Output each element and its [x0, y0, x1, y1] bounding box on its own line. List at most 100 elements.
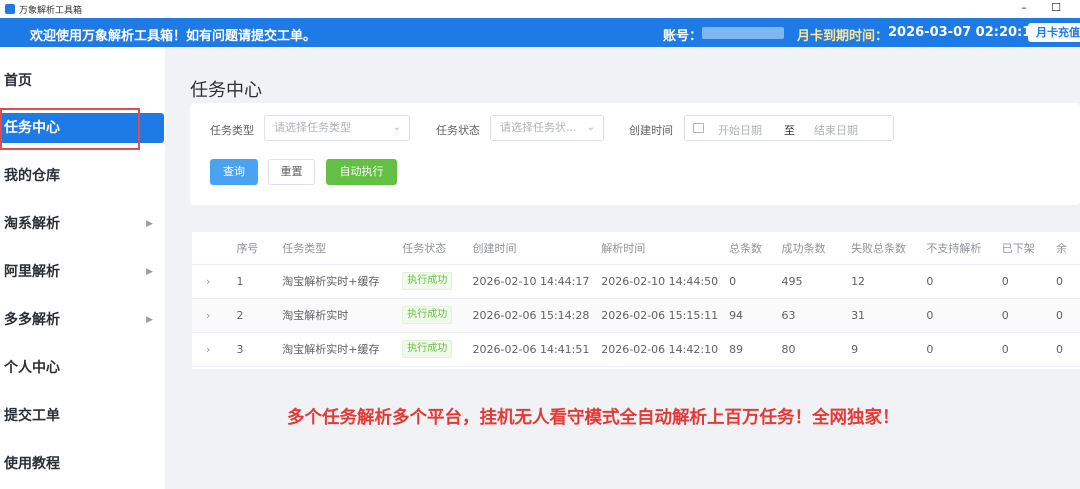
account-label: 账号： — [663, 29, 703, 44]
task-center-panel: 任务中心 任务类型 请选择任务类型 ⌄ 任务状态 请选择任务状... ⌄ 创建时… — [190, 60, 1080, 205]
cell-type: 淘宝解析实时+缓存 — [272, 264, 393, 299]
sidebar-item-tutorial[interactable]: 使用教程 — [0, 449, 165, 479]
cell-created: 2026-02-06 14:41:51 — [462, 332, 592, 367]
column-header: 任务类型 — [272, 232, 393, 265]
expand-row-icon[interactable]: › — [192, 332, 227, 367]
task-type-select[interactable]: 请选择任务类型 ⌄ — [264, 115, 410, 141]
column-header — [192, 232, 227, 265]
cell-removed: 0 — [991, 298, 1046, 333]
sidebar-item-label: 使用教程 — [4, 456, 60, 472]
cell-index: 2 — [226, 298, 273, 333]
window-titlebar: 万象解析工具箱 – ☐ — [0, 0, 1080, 18]
cell-total: 0 — [719, 264, 772, 299]
window-title: 万象解析工具箱 — [19, 5, 83, 16]
column-header: 成功条数 — [771, 232, 842, 265]
sidebar-item-label: 淘系解析 — [4, 216, 60, 232]
created-date-range[interactable]: 开始日期 至 结束日期 — [684, 115, 894, 141]
sidebar-item-label: 首页 — [4, 73, 32, 89]
task-status-label: 任务状态 — [436, 124, 480, 137]
cell-status: 执行成功 — [392, 332, 463, 367]
page-title: 任务中心 — [190, 80, 262, 101]
column-header: 解析时间 — [591, 232, 720, 265]
maximize-icon[interactable]: ☐ — [1044, 0, 1068, 18]
cell-removed: 0 — [991, 264, 1046, 299]
status-badge: 执行成功 — [402, 272, 453, 290]
cell-created: 2026-02-10 14:44:17 — [462, 264, 592, 299]
sidebar-item-warehouse[interactable]: 我的仓库 — [0, 161, 165, 191]
account-value-blurred — [702, 27, 784, 39]
created-time-label: 创建时间 — [629, 124, 673, 137]
status-badge: 执行成功 — [402, 306, 453, 324]
column-header: 任务状态 — [392, 232, 463, 265]
chevron-right-icon: ▶ — [146, 219, 153, 229]
task-type-label: 任务类型 — [210, 124, 254, 137]
cell-rest: 0 — [1045, 298, 1080, 333]
end-date-input[interactable]: 结束日期 — [814, 122, 858, 138]
sidebar-item-label: 个人中心 — [4, 360, 60, 376]
cell-success: 495 — [771, 264, 842, 299]
cell-success: 80 — [771, 332, 842, 367]
promo-caption: 多个任务解析多个平台，挂机无人看守模式全自动解析上百万任务！全网独家！ — [287, 408, 900, 428]
cell-failed: 9 — [841, 332, 917, 367]
table-row[interactable]: › 1 淘宝解析实时+缓存 执行成功 2026-02-10 14:44:17 2… — [192, 264, 1080, 299]
welcome-message: 欢迎使用万象解析工具箱！如有问题请提交工单。 — [30, 29, 317, 44]
cell-parsed: 2026-02-10 14:44:50 — [591, 264, 720, 299]
reset-button[interactable]: 重置 — [268, 159, 315, 185]
expire-value: 2026-03-07 02:20:12 — [888, 25, 1041, 40]
table-row[interactable]: › 2 淘宝解析实时 执行成功 2026-02-06 15:14:28 2026… — [192, 298, 1080, 333]
sidebar-item-submit-ticket[interactable]: 提交工单 — [0, 401, 165, 431]
sidebar-item-home[interactable]: 首页 — [0, 66, 165, 96]
column-header: 失败总条数 — [841, 232, 917, 265]
cell-type: 淘宝解析实时+缓存 — [272, 332, 393, 367]
cell-rest: 0 — [1045, 264, 1080, 299]
cell-index: 3 — [226, 332, 273, 367]
chevron-down-icon: ⌄ — [586, 122, 595, 133]
sidebar-item-ali-parse[interactable]: 阿里解析 ▶ — [0, 257, 165, 287]
chevron-right-icon: ▶ — [146, 267, 153, 277]
chevron-right-icon: ▶ — [146, 315, 153, 325]
sidebar-item-taobao-parse[interactable]: 淘系解析 ▶ — [0, 209, 165, 239]
column-header: 不支持解析 — [916, 232, 992, 265]
cell-rest: 0 — [1045, 332, 1080, 367]
expire-label: 月卡到期时间： — [797, 29, 889, 44]
cell-success: 63 — [771, 298, 842, 333]
sidebar-item-profile[interactable]: 个人中心 — [0, 353, 165, 383]
table-header-row: 序号 任务类型 任务状态 创建时间 解析时间 总条数 成功条数 失败总条数 不支… — [192, 232, 1080, 265]
task-table: 序号 任务类型 任务状态 创建时间 解析时间 总条数 成功条数 失败总条数 不支… — [192, 232, 1080, 367]
calendar-icon — [693, 123, 704, 133]
cell-removed: 0 — [991, 332, 1046, 367]
app-logo-icon — [5, 4, 15, 14]
cell-failed: 12 — [841, 264, 917, 299]
filter-card: 任务类型 请选择任务类型 ⌄ 任务状态 请选择任务状... ⌄ 创建时间 开始日… — [190, 103, 1080, 205]
column-header: 余 — [1045, 232, 1080, 265]
range-separator: 至 — [784, 124, 795, 137]
minimize-icon[interactable]: – — [1012, 0, 1036, 18]
cell-status: 执行成功 — [392, 298, 463, 333]
sidebar-item-label: 多多解析 — [4, 312, 60, 328]
table-row[interactable]: › 3 淘宝解析实时+缓存 执行成功 2026-02-06 14:41:51 2… — [192, 332, 1080, 367]
cell-failed: 31 — [841, 298, 917, 333]
cell-unsupported: 0 — [916, 332, 992, 367]
task-status-placeholder: 请选择任务状... — [500, 121, 577, 134]
auto-execute-button[interactable]: 自动执行 — [326, 159, 397, 185]
cell-type: 淘宝解析实时 — [272, 298, 393, 333]
sidebar-item-label: 提交工单 — [4, 408, 60, 424]
task-status-select[interactable]: 请选择任务状... ⌄ — [490, 115, 604, 141]
column-header: 已下架 — [991, 232, 1046, 265]
expand-row-icon[interactable]: › — [192, 298, 227, 333]
expand-row-icon[interactable]: › — [192, 264, 227, 299]
cell-parsed: 2026-02-06 15:15:11 — [591, 298, 720, 333]
recharge-button[interactable]: 月卡充值 — [1028, 23, 1080, 42]
annotation-highlight-box — [0, 108, 140, 150]
column-header: 总条数 — [719, 232, 772, 265]
chevron-down-icon: ⌄ — [392, 122, 401, 133]
cell-total: 94 — [719, 298, 772, 333]
cell-created: 2026-02-06 15:14:28 — [462, 298, 592, 333]
query-button[interactable]: 查询 — [210, 159, 258, 185]
start-date-input[interactable]: 开始日期 — [718, 122, 762, 138]
cell-status: 执行成功 — [392, 264, 463, 299]
cell-unsupported: 0 — [916, 298, 992, 333]
sidebar-item-pdd-parse[interactable]: 多多解析 ▶ — [0, 305, 165, 335]
column-header: 创建时间 — [462, 232, 592, 265]
sidebar-item-label: 我的仓库 — [4, 168, 60, 184]
